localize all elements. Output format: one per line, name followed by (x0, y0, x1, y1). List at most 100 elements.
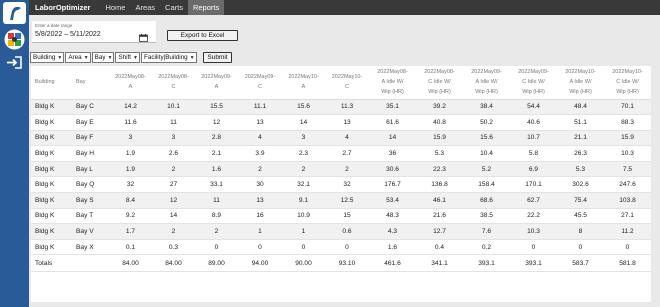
column-header-line: A Idle W/ (475, 79, 498, 86)
calendar-icon[interactable] (139, 29, 148, 42)
export-excel-button[interactable]: Export to Excel (167, 30, 238, 41)
cell-value: 61.6 (369, 114, 416, 131)
filter-bay-select[interactable]: Bay ▼ (91, 52, 115, 63)
cell-bay: Bay C (72, 99, 109, 116)
filter-shift-select[interactable]: Shift ▼ (115, 52, 140, 63)
cell-building: Bldg K (31, 114, 72, 131)
cell-value: 0 (510, 239, 557, 256)
column-header[interactable]: 2022May08- A Idle W/Wip (HR) (369, 66, 416, 100)
date-range-field[interactable]: Enter a date range 5/8/2022 – 5/11/2022 (32, 21, 156, 43)
app-brand[interactable]: LaborOptimizer (29, 3, 100, 12)
filter-bay-label: Bay (94, 54, 106, 61)
top-nav: LaborOptimizer Home Areas Carts Reports (29, 0, 660, 15)
cell-value: 88.3 (604, 114, 651, 131)
cell-value: 46.1 (416, 192, 463, 209)
column-header-line: C Idle W/ (616, 79, 639, 86)
cell-value: 8.9 (195, 208, 238, 225)
cell-value: 4 (238, 130, 282, 147)
date-range-label: Enter a date range (35, 23, 73, 28)
cell-value: 158.4 (463, 176, 510, 194)
cell-value: 32 (325, 176, 369, 194)
column-header[interactable]: 2022May09- C (238, 66, 282, 100)
column-header[interactable]: 2022May09- C Idle W/Wip (HR) (510, 66, 557, 100)
column-header[interactable]: 2022May08- C Idle W/Wip (HR) (416, 66, 463, 100)
cell-value: 12.5 (325, 192, 369, 209)
table-row: Bldg K Bay Q 32 27 33.1 30 32.1 32 176.7 136.8 158… (31, 176, 651, 194)
filter-facility-label: Facility|Building (144, 54, 188, 61)
table-body: Bldg K Bay C 14.2 10.1 15.5 11.1 15.6 11.3 35.1 3… (31, 99, 651, 273)
nav-reports[interactable]: Reports (187, 0, 225, 15)
column-header-line: Building (35, 79, 55, 86)
table-row: Bldg K Bay F 3 3 2.8 4 3 4 14 15.9 15.6 10.7 21.1 15.… (31, 130, 651, 147)
cell-value: 22.2 (510, 208, 557, 225)
nav-home[interactable]: Home (100, 0, 130, 15)
column-header[interactable]: 2022May10- A (282, 66, 325, 100)
submit-button[interactable]: Submit (203, 52, 232, 63)
nav-areas[interactable]: Areas (130, 0, 160, 15)
user-avatar-icon[interactable] (4, 29, 25, 50)
cell-value: 27.1 (604, 208, 651, 225)
cell-value: 0 (557, 239, 604, 256)
cell-value: 11 (195, 192, 238, 209)
column-header-line: 2022May09- (471, 69, 502, 76)
column-header[interactable]: 2022May10- C (325, 66, 369, 100)
cell-value: 50.2 (463, 114, 510, 131)
filter-area-select[interactable]: Area ▼ (65, 52, 91, 63)
totals-cell: 583.7 (557, 254, 604, 273)
report-panel: Building Bay 2022May08- A 2022May08- C 2022May… (31, 66, 651, 302)
date-range-value[interactable]: 5/8/2022 – 5/11/2022 (35, 31, 101, 38)
totals-cell: 341.1 (416, 254, 463, 273)
cell-bay: Bay X (72, 239, 109, 256)
column-header-line: A (214, 84, 219, 91)
cell-value: 1.6 (369, 239, 416, 256)
sign-in-icon[interactable] (6, 56, 23, 69)
column-header[interactable]: 2022May10- C Idle W/Wip (HR) (604, 66, 651, 100)
column-header-line: C (345, 84, 349, 91)
filter-area-label: Area (68, 54, 82, 61)
column-header-line: Wip (HR) (475, 89, 498, 96)
cell-value: 3 (109, 130, 152, 147)
column-header[interactable]: 2022May09- A (195, 66, 238, 100)
column-header-line: Wip (HR) (381, 89, 404, 96)
cell-value: 4 (325, 130, 369, 147)
cell-value: 0.2 (463, 239, 510, 256)
filter-building-select[interactable]: Building ▼ (30, 52, 65, 63)
column-header-line: 2022May09- (518, 69, 549, 76)
cell-value: 1.7 (109, 223, 152, 240)
cell-value: 11.1 (238, 99, 282, 116)
cell-value: 2 (238, 161, 282, 178)
cell-value: 8.4 (109, 192, 152, 209)
filter-facility-select[interactable]: Facility|Building ▼ (141, 52, 197, 63)
column-header-line: 2022May08- (158, 74, 189, 81)
column-header[interactable]: 2022May08- A (109, 66, 152, 100)
cell-value: 48.4 (557, 99, 604, 116)
cell-value: 0.1 (109, 239, 152, 256)
column-header-line: Bay (76, 79, 86, 86)
app-logo-icon[interactable] (3, 2, 26, 24)
cell-value: 1 (282, 223, 325, 240)
cell-value: 2 (152, 161, 195, 178)
cell-building: Bldg K (31, 161, 72, 178)
column-header-line: 2022May08- (377, 69, 408, 76)
column-header[interactable]: 2022May08- C (152, 66, 195, 100)
cell-value: 2.7 (325, 145, 369, 162)
table-row: Bldg K Bay E 11.6 11 12 13 14 13 61.6 40.8 50.2 40.… (31, 114, 651, 131)
cell-value: 0 (238, 239, 282, 256)
column-header[interactable]: Building (31, 66, 72, 100)
column-header-line: A Idle W/ (381, 79, 404, 86)
nav-carts[interactable]: Carts (160, 0, 188, 15)
column-header[interactable]: 2022May09- A Idle W/Wip (HR) (463, 66, 510, 100)
column-header[interactable]: 2022May10- A Idle W/Wip (HR) (557, 66, 604, 100)
cell-bay: Bay Q (72, 176, 109, 194)
cell-value: 302.6 (557, 176, 604, 194)
cell-value: 247.6 (604, 176, 651, 194)
cell-value: 32 (109, 176, 152, 194)
table-header-row: Building Bay 2022May08- A 2022May08- C 2022May… (31, 66, 651, 100)
cell-value: 2 (325, 161, 369, 178)
cell-value: 7.6 (463, 223, 510, 240)
app-root: LaborOptimizer Home Areas Carts Reports … (0, 0, 660, 307)
cell-value: 1.6 (195, 161, 238, 178)
column-header[interactable]: Bay (72, 66, 109, 100)
column-header-line: 2022May10- (565, 69, 596, 76)
table-row: Bldg K Bay C 14.2 10.1 15.5 11.1 15.6 11.3 35.1 3… (31, 99, 651, 116)
